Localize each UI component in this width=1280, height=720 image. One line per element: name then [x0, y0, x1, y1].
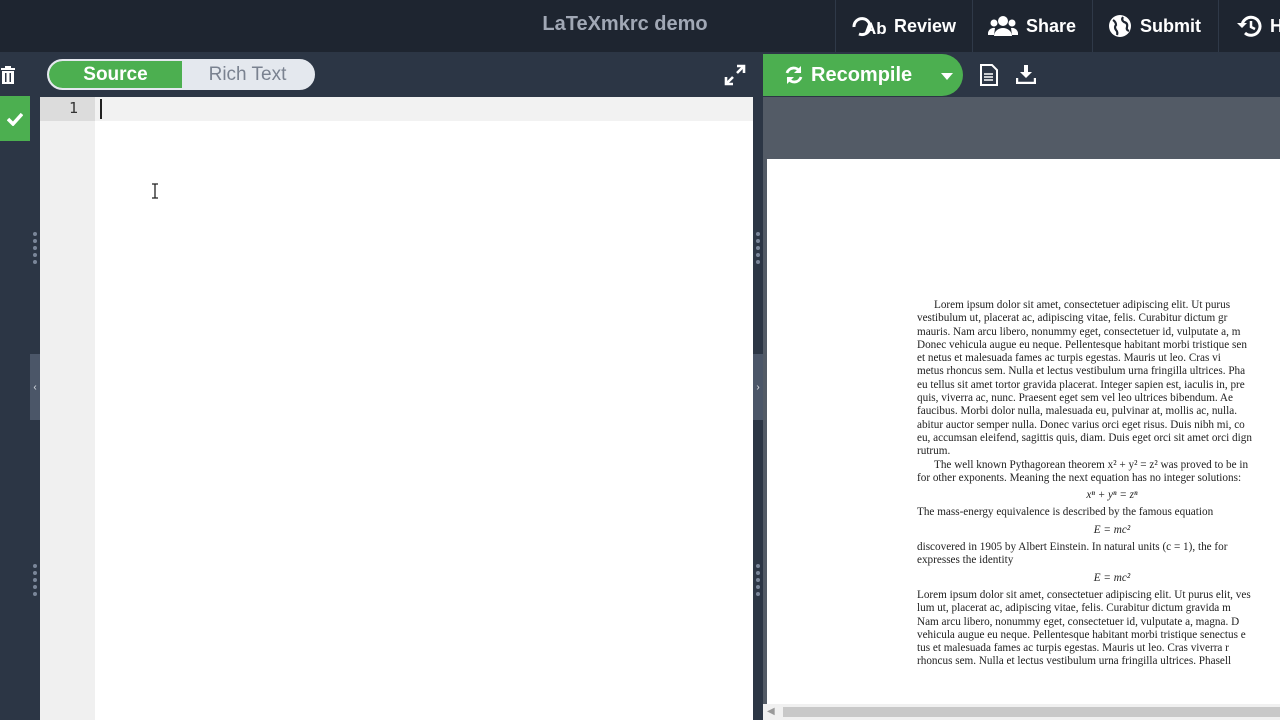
share-button[interactable]: Share: [988, 10, 1076, 42]
code-editor[interactable]: [95, 97, 753, 720]
pdf-line: rhoncus sem. Nulla et lectus vestibulum …: [917, 655, 1232, 668]
file-tree-rail: [0, 52, 30, 720]
active-line: [95, 97, 753, 121]
text-cursor: [100, 99, 102, 119]
pdf-line: lum ut, placerat ac, adipiscing vitae, f…: [917, 602, 1231, 615]
chevron-left-icon: ‹: [33, 381, 37, 393]
review-icon: Ab: [852, 17, 886, 38]
pdf-line: discovered in 1905 by Albert Einstein. I…: [917, 541, 1228, 554]
review-label: Review: [894, 15, 957, 36]
confirm-button[interactable]: [0, 96, 30, 141]
horizontal-scrollbar[interactable]: ◀: [763, 704, 1280, 720]
pdf-line: expresses the identity: [917, 554, 1014, 567]
pdf-line: Lorem ipsum dolor sit amet, consectetuer…: [934, 299, 1231, 311]
check-icon: [7, 112, 23, 126]
chevron-right-icon: ›: [756, 381, 760, 393]
pdf-line: Nam arcu libero, nonummy eget, consectet…: [917, 615, 1240, 628]
pdf-line: mauris. Nam arcu libero, nonummy eget, c…: [917, 325, 1241, 338]
ibeam-cursor-icon: [152, 183, 158, 199]
log-file-icon[interactable]: [979, 64, 999, 86]
scroll-left-icon[interactable]: ◀: [767, 706, 775, 717]
pdf-line: for other exponents. Meaning the next eq…: [917, 471, 1242, 484]
history-button[interactable]: H: [1236, 10, 1280, 42]
drag-handle-icon: [30, 232, 40, 267]
pdf-line: metus rhoncus sem. Nulla et lectus vesti…: [917, 365, 1246, 378]
pdf-line: eu, accumsan eleifend, sagittis quis, di…: [917, 431, 1252, 444]
pdf-text-block: Lorem ipsum dolor sit amet, consectetuer…: [917, 299, 1280, 669]
svg-text:Ab: Ab: [864, 19, 886, 38]
recompile-dropdown-icon[interactable]: [941, 73, 953, 80]
collapse-left-button[interactable]: ‹: [30, 354, 40, 420]
drag-handle-icon: [753, 232, 763, 267]
scrollbar-thumb[interactable]: [783, 707, 1280, 717]
toolbar-divider: [1092, 0, 1093, 52]
users-icon: [988, 16, 1018, 36]
drag-handle-icon: [30, 564, 40, 599]
trash-icon[interactable]: [0, 66, 16, 84]
pdf-line: quis, viverra ac, nunc. Praesent eget se…: [917, 392, 1233, 405]
line-gutter: [40, 97, 95, 720]
pdf-line: The mass-energy equivalence is described…: [917, 506, 1214, 519]
collapse-right-button[interactable]: ›: [753, 354, 763, 420]
pdf-line: E = mc²: [1093, 523, 1131, 536]
pdf-line: abitur auctor semper nulla. Donec varius…: [917, 418, 1245, 431]
pdf-line: Donec vehicula augue eu neque. Pellentes…: [917, 338, 1247, 351]
pdf-line: xⁿ + yⁿ = zⁿ: [1086, 489, 1138, 502]
source-mode-button[interactable]: Source: [49, 61, 182, 88]
toolbar-divider: [1218, 0, 1219, 52]
top-bar: LaTeXmkrc demo Ab Review Share Submit H: [0, 0, 1280, 52]
expand-icon[interactable]: [724, 64, 746, 86]
share-label: Share: [1026, 15, 1077, 36]
review-button[interactable]: Ab Review: [850, 10, 956, 42]
globe-icon: [1109, 15, 1131, 37]
drag-handle-icon: [753, 564, 763, 599]
rich-text-mode-button[interactable]: Rich Text: [182, 61, 313, 88]
editor-mode-toggle: Source Rich Text: [47, 59, 315, 90]
toolbar-divider: [972, 0, 973, 52]
pdf-line: vestibulum ut, placerat ac, adipiscing v…: [917, 312, 1228, 325]
pdf-line: faucibus. Morbi dolor nulla, malesuada e…: [917, 405, 1238, 418]
pdf-line: tus et malesuada fames ac turpis egestas…: [917, 642, 1229, 655]
pdf-line: E = mc²: [1093, 571, 1131, 584]
submit-button[interactable]: Submit: [1108, 10, 1201, 42]
history-label: H: [1270, 15, 1280, 36]
history-icon: [1237, 15, 1262, 37]
pdf-line: Lorem ipsum dolor sit amet, consectetuer…: [917, 588, 1251, 601]
download-icon[interactable]: [1016, 64, 1036, 84]
pdf-resizer[interactable]: ›: [753, 52, 763, 720]
recompile-button[interactable]: Recompile: [763, 54, 963, 96]
pdf-line: vehicula augue eu neque. Pellentesque ha…: [917, 628, 1246, 641]
toolbar-divider: [835, 0, 836, 52]
pdf-line: et netus et malesuada fames ac turpis eg…: [917, 352, 1221, 365]
pdf-page: Lorem ipsum dolor sit amet, consectetuer…: [767, 159, 1280, 704]
pdf-line: The well known Pythagorean theorem x² + …: [934, 458, 1249, 471]
recompile-label: Recompile: [811, 64, 913, 86]
line-number: 1: [68, 99, 78, 117]
refresh-icon: [785, 66, 803, 84]
pdf-line: rutrum.: [917, 445, 951, 458]
file-tree-resizer[interactable]: ‹: [30, 52, 40, 720]
submit-label: Submit: [1140, 15, 1201, 36]
pdf-line: eu tellus sit amet tortor gravida placer…: [917, 378, 1245, 391]
